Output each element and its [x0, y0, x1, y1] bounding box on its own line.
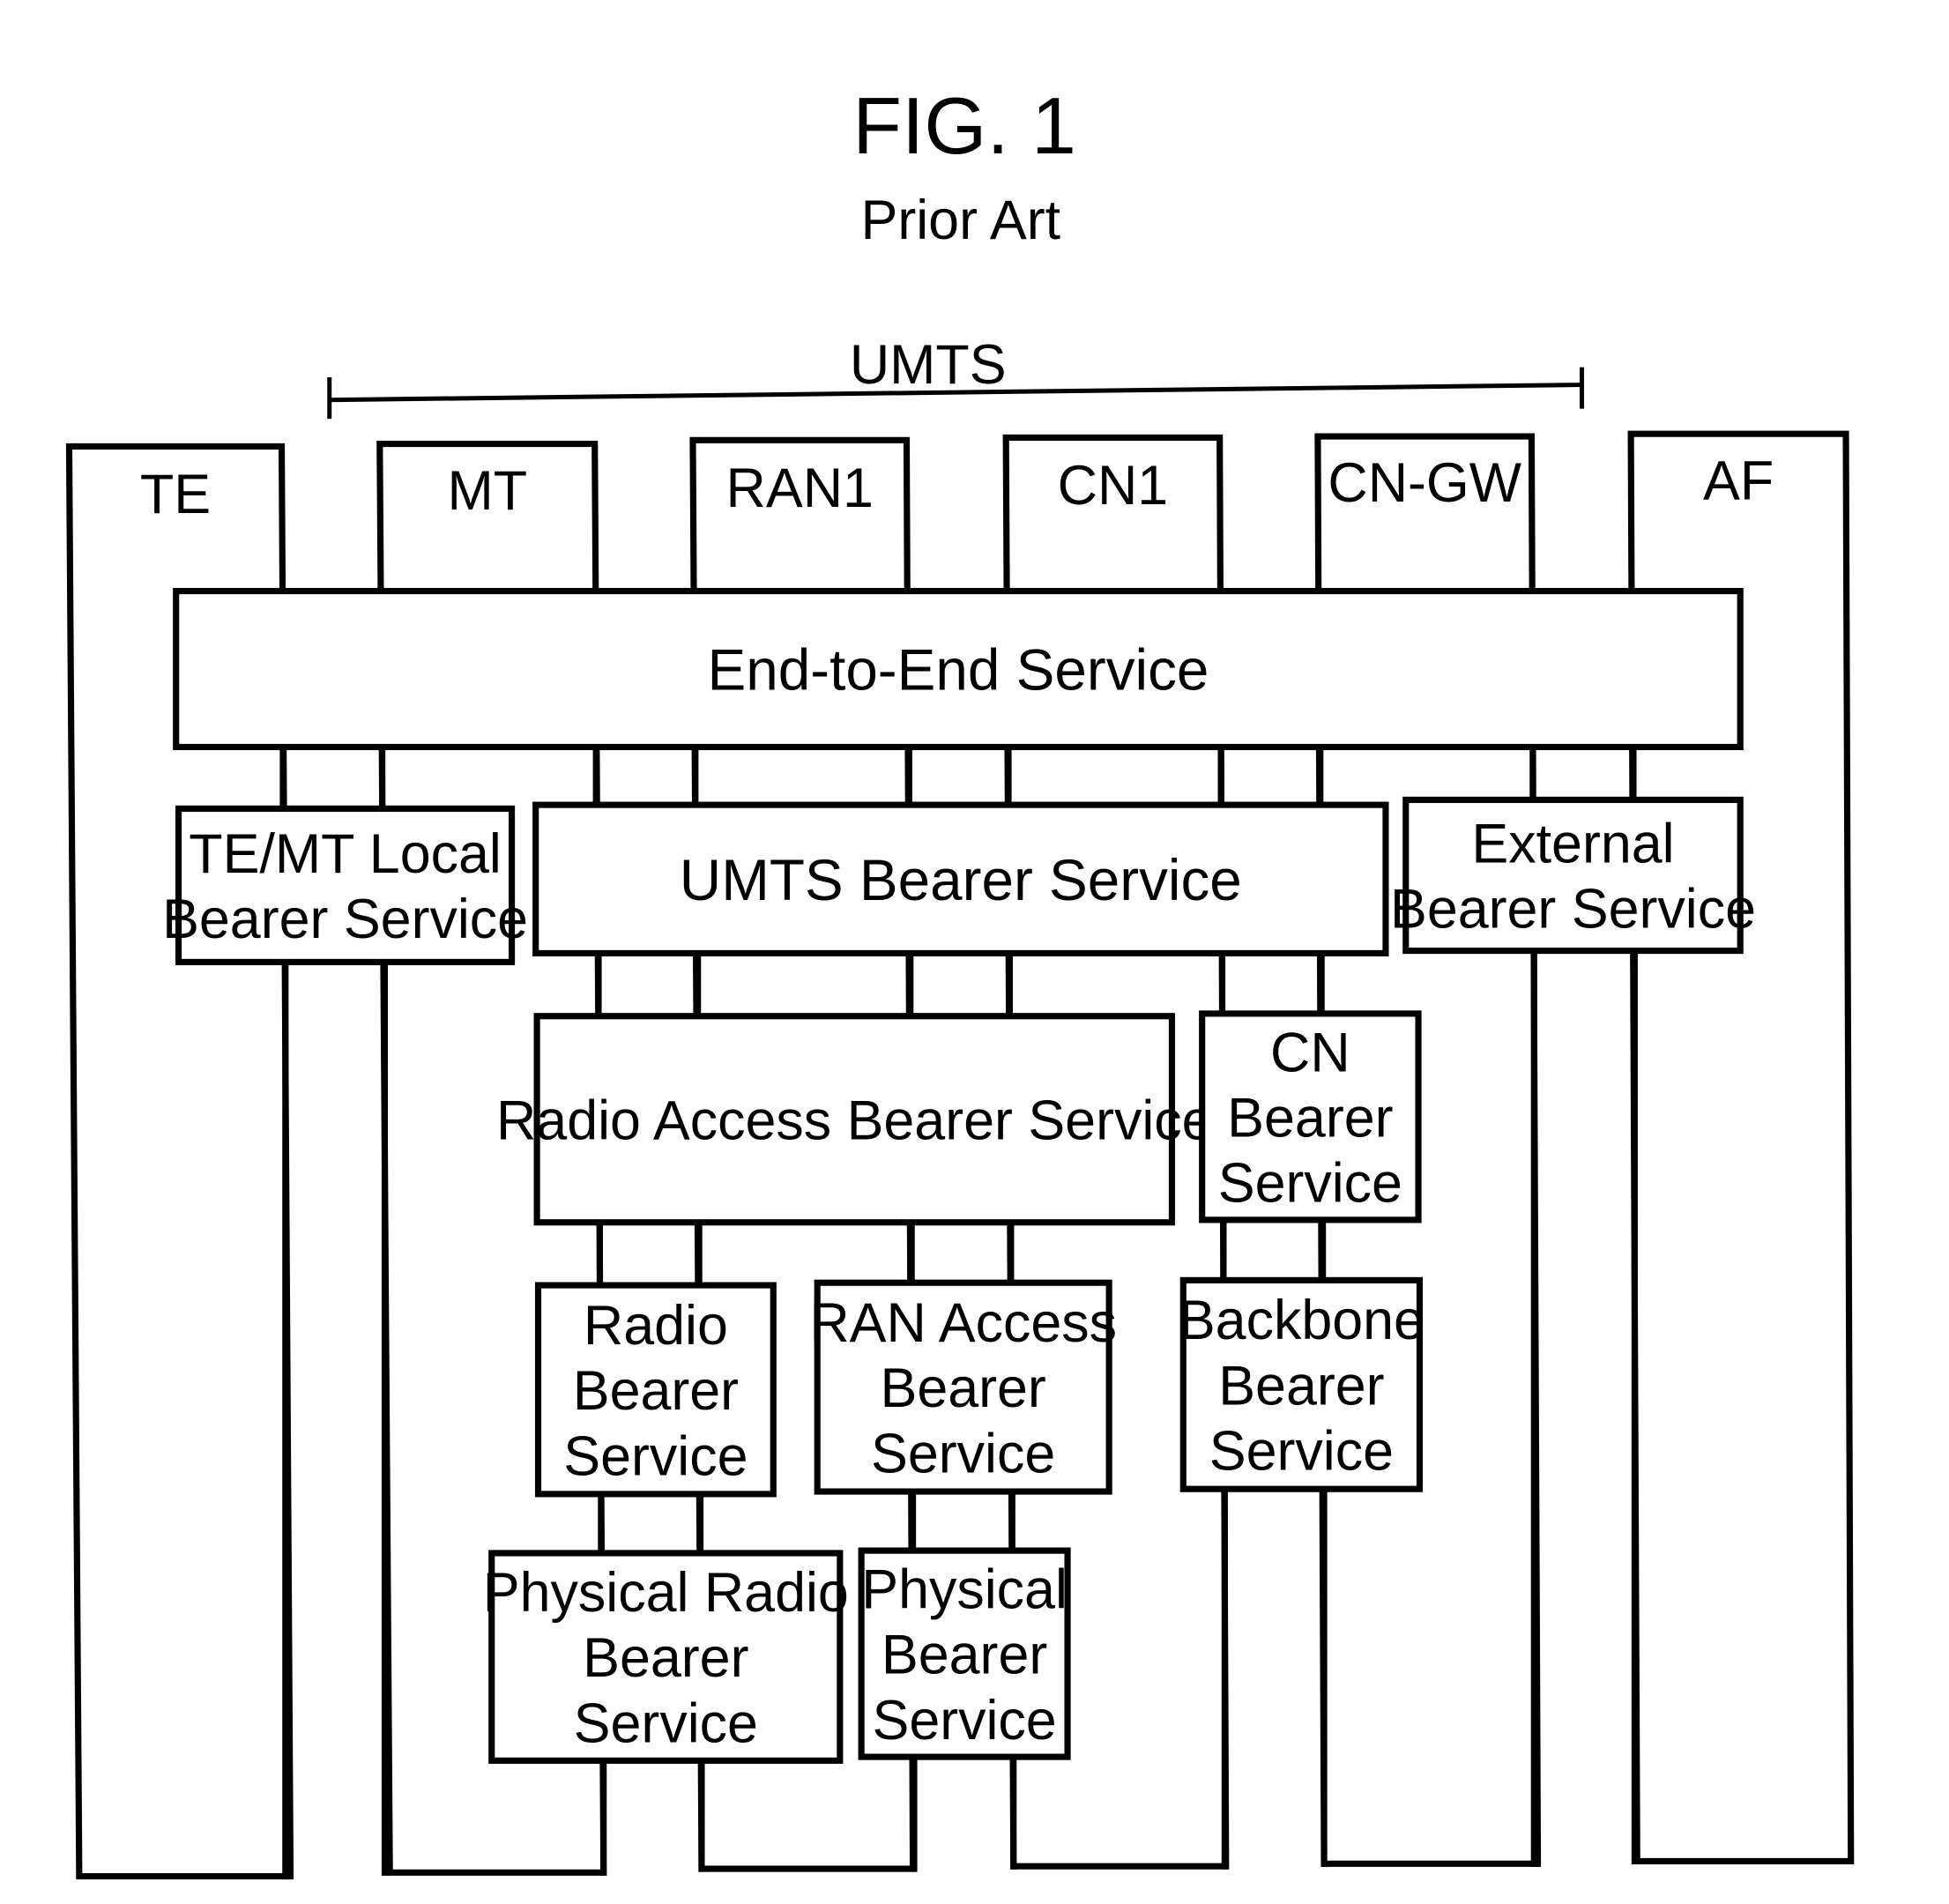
service-box-label: Radio Access Bearer Service	[496, 1090, 1213, 1151]
service-box-label: Bearer Service	[162, 889, 528, 950]
figure-title: FIG. 1	[852, 81, 1076, 171]
service-box-label: CN	[1270, 1022, 1350, 1083]
service-box-radio-bearer: RadioBearerService	[534, 1282, 777, 1498]
umts-span-label: UMTS	[850, 334, 1007, 396]
service-box-label: Bearer	[882, 1625, 1047, 1686]
service-box-label: Service	[871, 1423, 1055, 1484]
service-box-te-mt-local: TE/MT LocalBearer Service	[162, 805, 528, 965]
service-box-label: Bearer	[1227, 1087, 1393, 1149]
service-box-label: Service	[563, 1425, 748, 1487]
service-box-label: Service	[872, 1690, 1056, 1752]
column-label-te: TE	[140, 464, 211, 525]
service-box-umts-bearer: UMTS Bearer Service	[532, 801, 1389, 956]
service-box-label: Physical Radio	[483, 1562, 849, 1624]
service-box-end-to-end: End-to-End Service	[173, 587, 1744, 751]
service-box-physical-bearer: PhysicalBearerService	[858, 1547, 1071, 1760]
umts-bearer-architecture-diagram: FIG. 1 Prior Art UMTS TE MT RAN1 CN1 CN-GW AF…	[65, 81, 1855, 1880]
service-box-label: External	[1471, 813, 1674, 874]
service-box-ran-access-bearer: RAN AccessBearerService	[809, 1279, 1117, 1495]
column-label-ran1: RAN1	[726, 457, 874, 519]
service-box-label: Service	[574, 1692, 758, 1754]
column-label-cn1: CN1	[1058, 455, 1169, 517]
column-label-af: AF	[1703, 450, 1774, 511]
service-box-backbone-bearer: BackboneBearerService	[1179, 1276, 1425, 1492]
service-box-label: Radio	[584, 1295, 728, 1357]
service-box-external-bearer: ExternalBearer Service	[1390, 796, 1756, 955]
service-box-label: Bearer	[573, 1360, 739, 1422]
service-box-label: Bearer	[880, 1357, 1045, 1419]
service-box-radio-access-bearer: Radio Access Bearer Service	[496, 1013, 1213, 1226]
service-box-label: RAN Access	[809, 1292, 1117, 1354]
service-box-label: Service	[1218, 1153, 1402, 1215]
service-box-cn-bearer: CNBearerService	[1199, 1010, 1422, 1223]
service-box-label: UMTS Bearer Service	[680, 848, 1242, 912]
figure-subtitle: Prior Art	[860, 190, 1060, 251]
bearer-service-boxes: End-to-End ServiceTE/MT LocalBearer Serv…	[162, 587, 1756, 1764]
column-label-mt: MT	[447, 460, 527, 522]
service-box-label: Bearer Service	[1390, 879, 1756, 941]
column-label-cngw: CN-GW	[1328, 452, 1521, 514]
umts-span-bracket: UMTS	[327, 334, 1584, 420]
service-box-label: End-to-End Service	[708, 638, 1209, 703]
service-box-physical-radio-bearer: Physical RadioBearerService	[483, 1550, 849, 1764]
service-box-label: Bearer	[583, 1627, 748, 1689]
service-box-label: Service	[1209, 1421, 1394, 1483]
service-box-label: Physical	[861, 1558, 1067, 1620]
service-box-label: Backbone	[1179, 1290, 1425, 1351]
service-box-label: TE/MT Local	[189, 823, 502, 885]
service-box-label: Bearer	[1218, 1355, 1384, 1417]
